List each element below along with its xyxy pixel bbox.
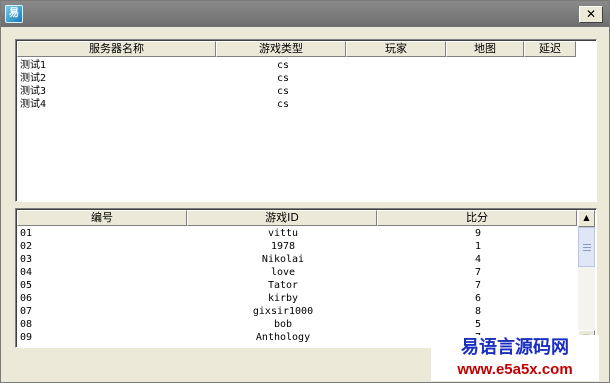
column-score[interactable]: 比分 (377, 210, 577, 226)
score-list[interactable]: 编号 游戏ID 比分 01 vittu 9 02 1978 1 03 Nikol… (15, 208, 597, 348)
grip-line (583, 247, 591, 248)
close-button[interactable]: ✕ (579, 6, 603, 23)
scroll-thumb[interactable] (578, 227, 595, 267)
main-window: 易 ✕ 服务器名称 游戏类型 玩家 地图 延迟 测试1 cs 测试2 cs 测试… (0, 0, 610, 383)
score-value: 7 (474, 280, 482, 291)
site-watermark: 易语言源码网 www.e5a5x.com (431, 335, 599, 381)
server-name: 测试2 (20, 73, 47, 84)
score-value: 1 (474, 241, 482, 252)
score-row[interactable]: 02 1978 1 (18, 240, 578, 253)
score-player-id: 1978 (270, 241, 296, 252)
server-row[interactable]: 测试4 cs (18, 98, 578, 111)
score-row[interactable]: 08 bob 5 (18, 318, 578, 331)
score-player-id: bob (273, 319, 293, 330)
score-number: 02 (20, 241, 33, 252)
score-row[interactable]: 04 love 7 (18, 266, 578, 279)
grip-line (583, 250, 591, 251)
score-value: 7 (474, 267, 482, 278)
score-value: 5 (474, 319, 482, 330)
score-number: 09 (20, 332, 33, 343)
score-value: 9 (474, 228, 482, 239)
score-player-id: Tator (267, 280, 299, 291)
score-player-id: kirby (267, 293, 299, 304)
score-row[interactable]: 03 Nikolai 4 (18, 253, 578, 266)
server-name: 测试3 (20, 86, 47, 97)
column-game-id[interactable]: 游戏ID (187, 210, 377, 226)
watermark-url: www.e5a5x.com (457, 361, 573, 378)
score-list-header: 编号 游戏ID 比分 (17, 210, 577, 226)
score-row[interactable]: 07 gixsir1000 8 (18, 305, 578, 318)
watermark-title: 易语言源码网 (461, 337, 569, 358)
column-map[interactable]: 地图 (446, 41, 524, 57)
column-players[interactable]: 玩家 (346, 41, 446, 57)
server-row[interactable]: 测试3 cs (18, 85, 578, 98)
server-name: 测试1 (20, 60, 47, 71)
column-number[interactable]: 编号 (17, 210, 187, 226)
column-ping[interactable]: 延迟 (524, 41, 576, 57)
column-server-name[interactable]: 服务器名称 (17, 41, 216, 57)
server-list[interactable]: 服务器名称 游戏类型 玩家 地图 延迟 测试1 cs 测试2 cs 测试3 cs… (15, 39, 597, 202)
score-player-id: Anthology (255, 332, 311, 343)
grip-line (583, 244, 591, 245)
score-list-scrollbar[interactable]: ▲ ▼ (578, 210, 595, 347)
server-row[interactable]: 测试1 cs (18, 59, 578, 72)
score-value: 8 (474, 306, 482, 317)
score-value: 4 (474, 254, 482, 265)
score-number: 08 (20, 319, 33, 330)
title-bar[interactable]: 易 ✕ (1, 1, 609, 27)
score-value: 6 (474, 293, 482, 304)
server-list-header: 服务器名称 游戏类型 玩家 地图 延迟 (17, 41, 576, 57)
score-player-id: vittu (267, 228, 299, 239)
score-player-id: Nikolai (261, 254, 305, 265)
score-row[interactable]: 01 vittu 9 (18, 227, 578, 240)
score-number: 05 (20, 280, 33, 291)
server-game-type: cs (276, 73, 290, 84)
score-row[interactable]: 06 kirby 6 (18, 292, 578, 305)
server-name: 测试4 (20, 99, 47, 110)
score-number: 07 (20, 306, 33, 317)
server-game-type: cs (276, 99, 290, 110)
server-game-type: cs (276, 60, 290, 71)
app-icon: 易 (5, 5, 23, 23)
server-game-type: cs (276, 86, 290, 97)
score-number: 01 (20, 228, 33, 239)
scroll-up-button[interactable]: ▲ (578, 210, 595, 227)
score-player-id: gixsir1000 (252, 306, 314, 317)
score-row[interactable]: 05 Tator 7 (18, 279, 578, 292)
column-game-type[interactable]: 游戏类型 (216, 41, 346, 57)
score-number: 04 (20, 267, 33, 278)
score-number: 06 (20, 293, 33, 304)
score-player-id: love (270, 267, 296, 278)
server-row[interactable]: 测试2 cs (18, 72, 578, 85)
score-number: 03 (20, 254, 33, 265)
